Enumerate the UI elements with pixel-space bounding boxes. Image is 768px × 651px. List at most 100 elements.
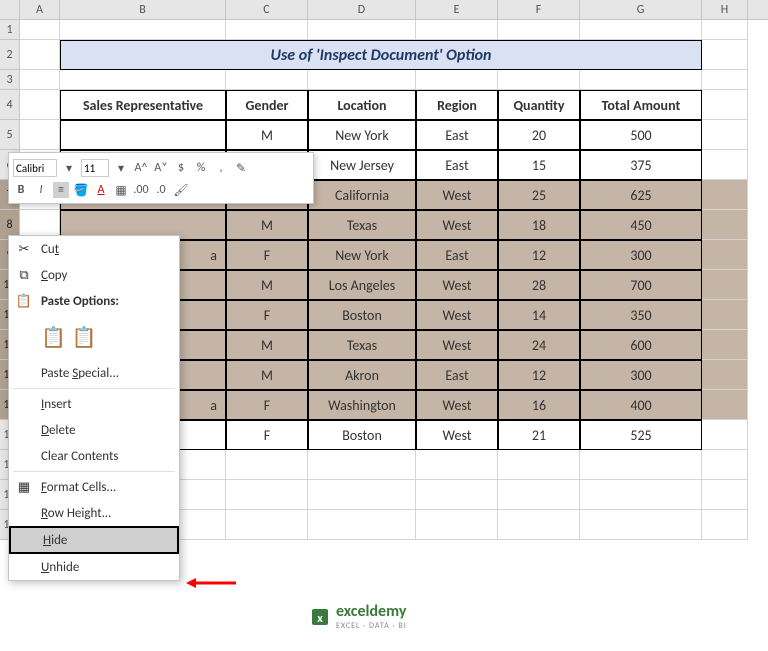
table-cell[interactable]: Texas (308, 210, 416, 240)
font-color-icon[interactable]: A (93, 182, 109, 198)
percent-icon[interactable]: % (193, 160, 209, 176)
col-C[interactable]: C (226, 0, 308, 19)
table-cell[interactable]: 28 (498, 270, 580, 300)
size-dropdown-icon[interactable]: ▾ (113, 160, 129, 176)
col-D[interactable]: D (308, 0, 416, 19)
table-cell[interactable]: M (226, 270, 308, 300)
table-cell[interactable]: 24 (498, 330, 580, 360)
table-cell[interactable]: 12 (498, 240, 580, 270)
font-name-input[interactable] (13, 159, 57, 177)
menu-unhide[interactable]: Unhide (9, 554, 179, 580)
table-cell[interactable]: New York (308, 120, 416, 150)
table-cell[interactable]: Akron (308, 360, 416, 390)
table-cell[interactable]: 25 (498, 180, 580, 210)
table-cell[interactable]: 12 (498, 360, 580, 390)
menu-row-height[interactable]: Row Height... (9, 500, 179, 526)
table-cell[interactable]: 15 (498, 150, 580, 180)
table-cell[interactable]: 625 (580, 180, 702, 210)
font-size-input[interactable] (81, 159, 109, 177)
table-cell[interactable]: East (416, 360, 498, 390)
table-cell[interactable]: 300 (580, 240, 702, 270)
align-icon[interactable]: ≡ (53, 182, 69, 198)
table-cell[interactable]: 20 (498, 120, 580, 150)
paste-values-icon[interactable]: 📋 (72, 325, 97, 350)
table-cell[interactable]: 375 (580, 150, 702, 180)
menu-paste-special[interactable]: Paste Special... (9, 360, 179, 386)
table-cell[interactable]: 350 (580, 300, 702, 330)
table-cell[interactable] (60, 120, 226, 150)
table-cell[interactable]: M (226, 360, 308, 390)
mini-toolbar[interactable]: ▾ ▾ A^ A˅ $ % , ✎ B I ≡ 🪣 A ▦ .00 .0 🖌 (8, 152, 314, 204)
table-cell[interactable]: 450 (580, 210, 702, 240)
decrease-font-icon[interactable]: A˅ (153, 160, 169, 176)
table-cell[interactable]: 16 (498, 390, 580, 420)
table-cell[interactable]: East (416, 150, 498, 180)
col-G[interactable]: G (580, 0, 702, 19)
row-3[interactable]: 3 (0, 70, 20, 90)
table-cell[interactable]: West (416, 420, 498, 450)
menu-insert[interactable]: Insert (9, 391, 179, 417)
row-2[interactable]: 2 (0, 40, 20, 70)
bold-icon[interactable]: B (13, 182, 29, 198)
menu-format-cells[interactable]: ▦Format Cells... (9, 474, 179, 500)
row-1[interactable]: 1 (0, 20, 20, 40)
decrease-decimal-icon[interactable]: .0 (153, 182, 169, 198)
table-cell[interactable]: Washington (308, 390, 416, 420)
italic-icon[interactable]: I (33, 182, 49, 198)
table-cell[interactable]: West (416, 330, 498, 360)
row-5[interactable]: 5 (0, 120, 20, 150)
table-cell[interactable]: West (416, 270, 498, 300)
font-dropdown-icon[interactable]: ▾ (61, 160, 77, 176)
table-cell[interactable]: West (416, 390, 498, 420)
table-cell[interactable]: Los Angeles (308, 270, 416, 300)
menu-cut[interactable]: ✂Cut (9, 236, 179, 262)
increase-font-icon[interactable]: A^ (133, 160, 149, 176)
table-cell[interactable]: 18 (498, 210, 580, 240)
col-H[interactable]: H (702, 0, 748, 19)
table-cell[interactable]: M (226, 120, 308, 150)
fill-color-icon[interactable]: 🪣 (73, 182, 89, 198)
border-icon[interactable]: ▦ (113, 182, 129, 198)
table-cell[interactable]: M (226, 210, 308, 240)
table-cell[interactable]: 300 (580, 360, 702, 390)
col-A[interactable]: A (20, 0, 60, 19)
table-cell[interactable]: 600 (580, 330, 702, 360)
table-cell[interactable]: 525 (580, 420, 702, 450)
table-cell[interactable]: East (416, 240, 498, 270)
table-cell[interactable]: 500 (580, 120, 702, 150)
increase-decimal-icon[interactable]: .00 (133, 182, 149, 198)
col-B[interactable]: B (60, 0, 226, 19)
table-cell[interactable]: 400 (580, 390, 702, 420)
table-cell[interactable]: West (416, 180, 498, 210)
comma-icon[interactable]: , (213, 160, 229, 176)
menu-hide[interactable]: Hide (9, 526, 179, 554)
col-E[interactable]: E (416, 0, 498, 19)
table-cell[interactable]: F (226, 390, 308, 420)
table-cell[interactable]: Boston (308, 300, 416, 330)
currency-icon[interactable]: $ (173, 160, 189, 176)
menu-copy[interactable]: ⧉Copy (9, 262, 179, 288)
brush-icon[interactable]: 🖌 (173, 182, 189, 198)
table-cell[interactable]: California (308, 180, 416, 210)
table-cell[interactable]: F (226, 240, 308, 270)
table-cell[interactable]: New Jersey (308, 150, 416, 180)
col-F[interactable]: F (498, 0, 580, 19)
table-cell[interactable]: New York (308, 240, 416, 270)
table-cell[interactable]: East (416, 120, 498, 150)
row-4[interactable]: 4 (0, 90, 20, 120)
table-cell[interactable]: 21 (498, 420, 580, 450)
menu-clear-contents[interactable]: Clear Contents (9, 443, 179, 469)
table-cell[interactable]: West (416, 300, 498, 330)
table-cell[interactable]: Boston (308, 420, 416, 450)
table-cell[interactable]: M (226, 330, 308, 360)
table-cell[interactable]: 14 (498, 300, 580, 330)
table-cell[interactable]: F (226, 420, 308, 450)
paste-icon[interactable]: 📋 (41, 325, 66, 350)
format-painter-icon[interactable]: ✎ (233, 160, 249, 176)
table-cell[interactable]: F (226, 300, 308, 330)
menu-delete[interactable]: Delete (9, 417, 179, 443)
title-cell: Use of 'Inspect Document' Option (60, 40, 702, 70)
table-cell[interactable]: 700 (580, 270, 702, 300)
table-cell[interactable]: Texas (308, 330, 416, 360)
table-cell[interactable]: West (416, 210, 498, 240)
